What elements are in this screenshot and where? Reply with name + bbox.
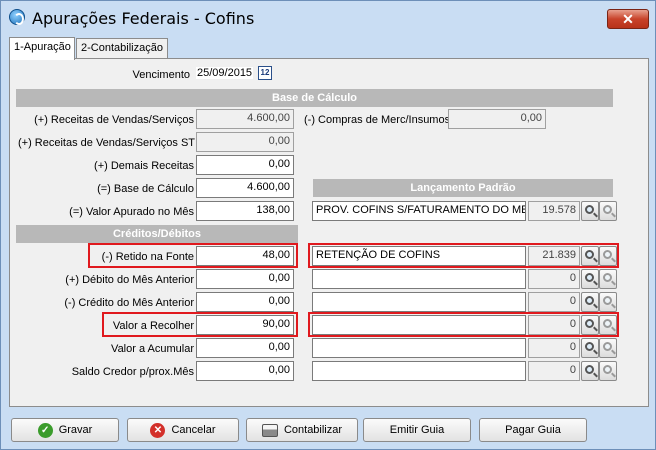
compras-label: (-) Compras de Merc/Insumos xyxy=(304,114,451,126)
debito-mes-anterior-label: (+) Débito do Mês Anterior xyxy=(65,274,194,286)
valor-acumular-label: Valor a Acumular xyxy=(111,343,194,355)
search-icon xyxy=(603,273,612,282)
title-bar: Apurações Federais - Cofins ✕ xyxy=(1,1,655,35)
vencimento-date-value: 25/09/2015 xyxy=(196,67,254,79)
saldo-credor-code-field[interactable]: 0 xyxy=(528,361,580,381)
contabilizar-label: Contabilizar xyxy=(283,424,343,436)
credito-mes-anterior-code-field[interactable]: 0 xyxy=(528,292,580,312)
emitir-guia-label: Emitir Guia xyxy=(389,424,445,436)
vencimento-label: Vencimento xyxy=(132,69,190,81)
valor-recolher-desc-field[interactable] xyxy=(312,315,526,335)
credito-mes-anterior-search-button[interactable] xyxy=(581,292,599,312)
cofins-window: Apurações Federais - Cofins ✕ 1-Apuração… xyxy=(0,0,656,450)
search-icon xyxy=(603,250,612,259)
close-button[interactable]: ✕ xyxy=(607,9,649,29)
search-icon xyxy=(585,342,594,351)
pagar-guia-label: Pagar Guia xyxy=(505,424,561,436)
credito-mes-anterior-desc-field[interactable] xyxy=(312,292,526,312)
gravar-label: Gravar xyxy=(58,424,93,436)
search-icon xyxy=(603,342,612,351)
credito-mes-anterior-field[interactable]: 0,00 xyxy=(196,292,294,312)
printer-icon xyxy=(261,423,278,437)
debito-mes-anterior-desc-field[interactable] xyxy=(312,269,526,289)
gravar-button[interactable]: ✓ Gravar xyxy=(11,418,119,442)
check-icon: ✓ xyxy=(37,422,53,438)
saldo-credor-search-button[interactable] xyxy=(581,361,599,381)
retido-fonte-view-button[interactable] xyxy=(599,246,617,266)
base-calculo-header: Base de Cálculo xyxy=(16,89,613,107)
credito-mes-anterior-label: (-) Crédito do Mês Anterior xyxy=(64,297,194,309)
lancamento-search-button[interactable] xyxy=(581,201,599,221)
tab-contabilizacao[interactable]: 2-Contabilização xyxy=(76,38,168,59)
receitas-vendas-st-label: (+) Receitas de Vendas/Serviços ST xyxy=(18,137,195,149)
cancelar-label: Cancelar xyxy=(171,424,216,436)
app-icon xyxy=(9,9,25,25)
base-calculo-field[interactable]: 4.600,00 xyxy=(196,178,294,198)
retido-fonte-search-button[interactable] xyxy=(581,246,599,266)
emitir-guia-button[interactable]: Emitir Guia xyxy=(363,418,471,442)
search-icon xyxy=(603,365,612,374)
valor-acumular-code-field[interactable]: 0 xyxy=(528,338,580,358)
search-icon xyxy=(585,205,594,214)
search-icon xyxy=(585,250,594,259)
lancamento-description-field[interactable]: PROV. COFINS S/FATURAMENTO DO MES xyxy=(312,201,526,221)
debito-mes-anterior-search-button[interactable] xyxy=(581,269,599,289)
debito-mes-anterior-field[interactable]: 0,00 xyxy=(196,269,294,289)
contabilizar-button[interactable]: Contabilizar xyxy=(246,418,358,442)
apuracao-panel: Vencimento 25/09/2015 12 Base de Cálculo… xyxy=(9,58,649,407)
valor-recolher-label: Valor a Recolher xyxy=(112,320,194,332)
debito-mes-anterior-code-field[interactable]: 0 xyxy=(528,269,580,289)
receitas-vendas-field[interactable]: 4.600,00 xyxy=(196,109,294,129)
valor-recolher-view-button[interactable] xyxy=(599,315,617,335)
receitas-vendas-st-field[interactable]: 0,00 xyxy=(196,132,294,152)
window-title: Apurações Federais - Cofins xyxy=(32,9,255,28)
search-icon xyxy=(585,319,594,328)
cancelar-button[interactable]: ✕ Cancelar xyxy=(127,418,239,442)
search-icon xyxy=(603,296,612,305)
saldo-credor-field[interactable]: 0,00 xyxy=(196,361,294,381)
vencimento-date-field[interactable]: 25/09/2015 12 xyxy=(196,65,276,83)
saldo-credor-label: Saldo Credor p/prox.Mês xyxy=(71,366,194,378)
valor-recolher-field[interactable]: 90,00 xyxy=(196,315,294,335)
debito-mes-anterior-view-button[interactable] xyxy=(599,269,617,289)
lancamento-view-button[interactable] xyxy=(599,201,617,221)
cancel-icon: ✕ xyxy=(150,422,166,438)
valor-acumular-desc-field[interactable] xyxy=(312,338,526,358)
receitas-vendas-label: (+) Receitas de Vendas/Serviços xyxy=(34,114,194,126)
search-icon xyxy=(603,205,612,214)
retido-fonte-desc-field[interactable]: RETENÇÃO DE COFINS xyxy=(312,246,526,266)
credito-mes-anterior-view-button[interactable] xyxy=(599,292,617,312)
calendar-icon[interactable]: 12 xyxy=(258,66,272,80)
base-calculo-label: (=) Base de Cálculo xyxy=(97,183,194,195)
valor-apurado-field[interactable]: 138,00 xyxy=(196,201,294,221)
retido-fonte-label: (-) Retido na Fonte xyxy=(101,251,194,263)
demais-receitas-field[interactable]: 0,00 xyxy=(196,155,294,175)
valor-acumular-view-button[interactable] xyxy=(599,338,617,358)
retido-fonte-code-field[interactable]: 21.839 xyxy=(528,246,580,266)
saldo-credor-view-button[interactable] xyxy=(599,361,617,381)
search-icon xyxy=(585,365,594,374)
compras-field[interactable]: 0,00 xyxy=(448,109,546,129)
valor-apurado-label: (=) Valor Apurado no Mês xyxy=(69,206,194,218)
demais-receitas-label: (+) Demais Receitas xyxy=(94,160,194,172)
lancamento-code-field[interactable]: 19.578 xyxy=(528,201,580,221)
search-icon xyxy=(603,319,612,328)
valor-recolher-search-button[interactable] xyxy=(581,315,599,335)
search-icon xyxy=(585,296,594,305)
valor-recolher-code-field[interactable]: 0 xyxy=(528,315,580,335)
valor-acumular-search-button[interactable] xyxy=(581,338,599,358)
saldo-credor-desc-field[interactable] xyxy=(312,361,526,381)
creditos-debitos-header: Créditos/Débitos xyxy=(16,225,298,243)
tab-apuracao[interactable]: 1-Apuração xyxy=(9,37,75,60)
search-icon xyxy=(585,273,594,282)
retido-fonte-field[interactable]: 48,00 xyxy=(196,246,294,266)
valor-acumular-field[interactable]: 0,00 xyxy=(196,338,294,358)
pagar-guia-button[interactable]: Pagar Guia xyxy=(479,418,587,442)
lancamento-padrao-header: Lançamento Padrão xyxy=(313,179,613,197)
